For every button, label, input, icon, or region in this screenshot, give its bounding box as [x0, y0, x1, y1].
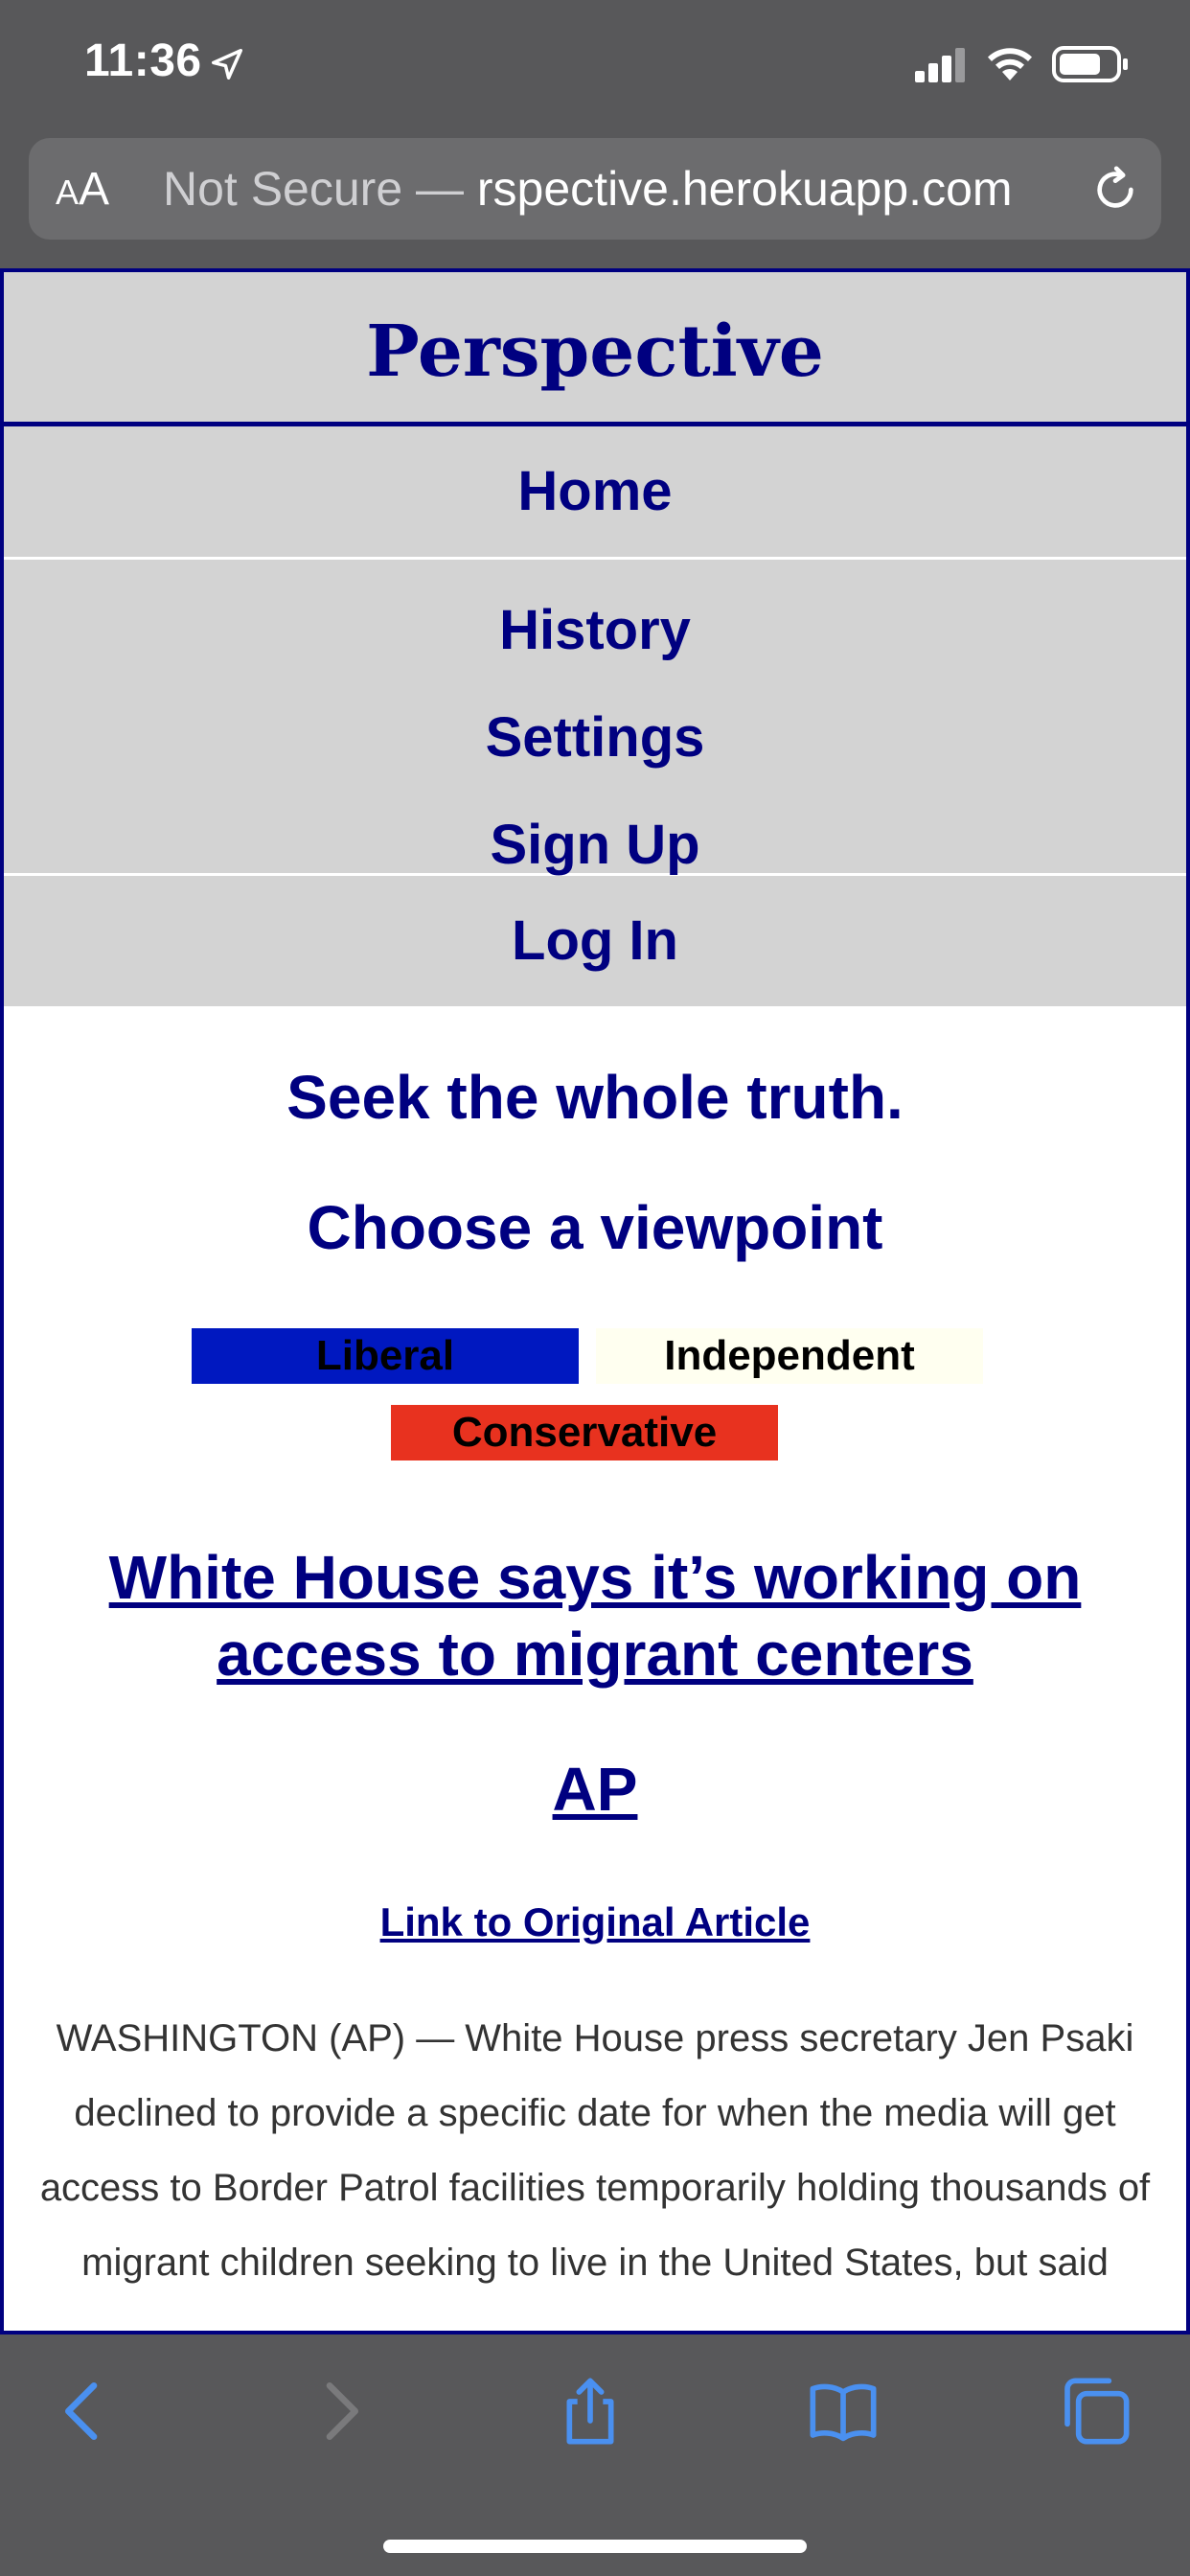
- cellular-signal-icon: [915, 48, 965, 82]
- nav-home-link[interactable]: Home: [4, 426, 1186, 557]
- forward-icon[interactable]: [301, 2373, 378, 2450]
- liberal-button[interactable]: Liberal: [192, 1328, 579, 1384]
- tabs-icon[interactable]: [1058, 2373, 1134, 2450]
- address-bar[interactable]: AA Not Secure — rspective.herokuapp.com: [29, 138, 1161, 240]
- back-icon[interactable]: [46, 2373, 123, 2450]
- article-source-link[interactable]: AP: [4, 1754, 1186, 1825]
- viewpoint-buttons: Liberal Independent Conservative: [4, 1328, 1186, 1482]
- battery-icon: [1052, 46, 1128, 82]
- choose-viewpoint-heading: Choose a viewpoint: [307, 1193, 883, 1262]
- nav-menu: Home History Settings Sign Up Log In: [4, 426, 1186, 1006]
- original-article-link[interactable]: Link to Original Article: [4, 1899, 1186, 1945]
- reader-settings-button[interactable]: AA: [56, 163, 109, 216]
- url-domain: rspective.herokuapp.com: [476, 162, 1013, 216]
- nav-history-link[interactable]: History: [4, 586, 1186, 694]
- share-icon[interactable]: [552, 2373, 629, 2450]
- url-display[interactable]: Not Secure — rspective.herokuapp.com: [163, 161, 1064, 217]
- nav-login-link[interactable]: Log In: [4, 876, 1186, 1006]
- web-page: Perspective Home History Settings Sign U…: [0, 268, 1190, 2334]
- conservative-button[interactable]: Conservative: [391, 1405, 778, 1460]
- location-arrow-icon: [212, 49, 242, 80]
- main-content: Seek the whole truth. Choose a viewpoint…: [4, 1062, 1186, 2300]
- home-indicator[interactable]: [383, 2540, 807, 2553]
- reload-icon[interactable]: [1088, 163, 1142, 217]
- article-body: WASHINGTON (AP) — White House press secr…: [39, 2017, 1151, 2284]
- wifi-icon: [988, 48, 1032, 80]
- site-header: Perspective: [4, 272, 1186, 426]
- url-security-label: Not Secure —: [163, 162, 477, 216]
- status-time: 11:36: [84, 35, 202, 86]
- article-headline-link[interactable]: White House says it’s working on access …: [71, 1539, 1119, 1692]
- site-title[interactable]: Perspective: [366, 310, 824, 393]
- nav-settings-link[interactable]: Settings: [4, 694, 1186, 801]
- independent-button[interactable]: Independent: [596, 1328, 983, 1384]
- status-bar: 11:36: [0, 0, 1190, 132]
- bookmarks-icon[interactable]: [805, 2373, 881, 2450]
- tagline: Seek the whole truth.: [286, 1063, 904, 1132]
